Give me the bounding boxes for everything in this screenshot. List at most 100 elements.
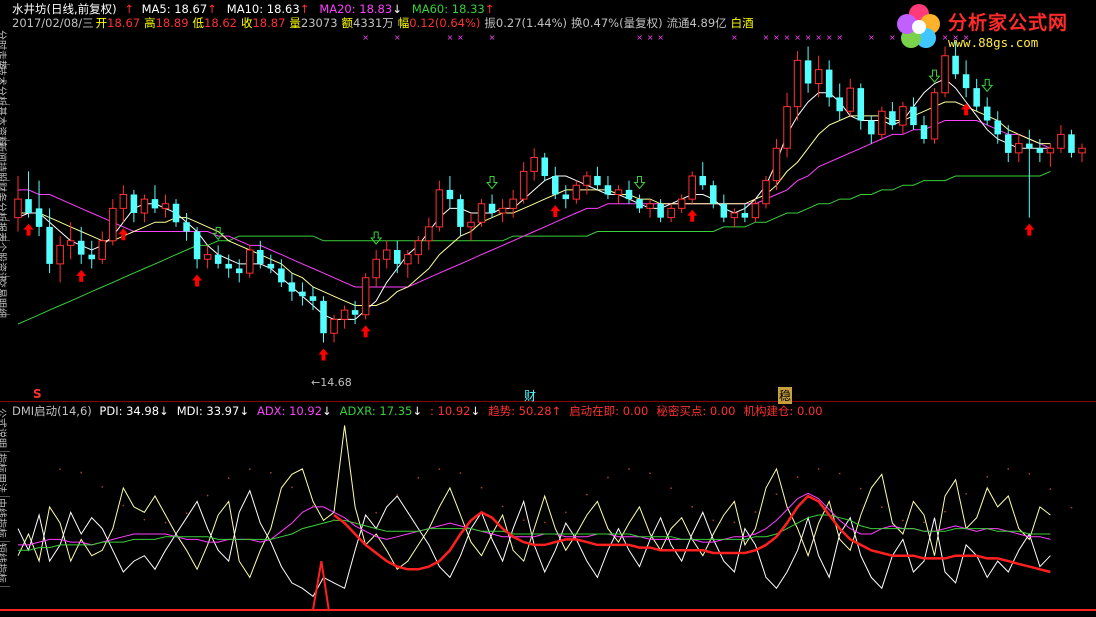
candle-68 [730, 208, 739, 227]
candle-body-91 [973, 88, 980, 107]
candle-79 [846, 78, 855, 116]
left-tab-0[interactable]: 分时走势 [0, 28, 10, 70]
buy-arrow-icon-7 [687, 209, 698, 222]
candle-body-76 [814, 69, 823, 84]
candle-body-12 [140, 198, 149, 214]
logo-name: 分析家公式网 [948, 12, 1069, 34]
indicator-value-1: MDI: 33.97 [176, 404, 240, 418]
candle-body-31 [340, 309, 349, 320]
candle-41 [446, 176, 454, 209]
candle-77 [825, 60, 833, 107]
candle-body-70 [751, 203, 760, 219]
bottom-tab-0[interactable]: 公式说明 [0, 406, 10, 452]
candle-body-90 [962, 74, 970, 89]
candle-body-36 [393, 250, 401, 264]
candle-39 [425, 217, 433, 250]
candle-body-47 [509, 198, 517, 209]
dot-marker-86 [923, 521, 925, 524]
left-tab-6[interactable]: 个股资讯 [0, 240, 10, 282]
info-high: 18.89 [155, 16, 189, 30]
info-date: 2017/02/08/三 [12, 16, 94, 30]
cai-marker: 财 [524, 389, 537, 403]
candle-body-57 [614, 189, 623, 195]
dot-marker-48 [522, 519, 525, 521]
candle-body-59 [636, 199, 643, 209]
candle-body-52 [562, 194, 570, 200]
candle-71 [762, 176, 770, 209]
candle-29 [320, 296, 327, 343]
info-low-label: 低 [192, 16, 205, 30]
left-tab-5[interactable]: 报表 [0, 220, 10, 242]
candle-body-82 [878, 110, 886, 135]
dot-marker-12 [143, 518, 146, 521]
sell-arrow-icon-3 [633, 176, 646, 190]
candle-body-54 [583, 175, 591, 186]
buy-arrow-icon-1 [76, 269, 87, 282]
left-tab-2[interactable]: 基本资料 [0, 104, 10, 146]
candle-body-83 [889, 111, 896, 126]
indicator-value-2: ADX: 10.92 [256, 404, 323, 418]
candle-body-93 [994, 120, 1001, 135]
candle-body-77 [825, 69, 833, 98]
candle-body-92 [983, 106, 991, 121]
header-line-ma: 水井坊(日线,前复权) ↑ MA5: 18.67↑ MA10: 18.63↑ MA2… [12, 2, 508, 16]
indicator-arrow-3: ↓ [412, 404, 422, 418]
dot-marker-62 [670, 487, 673, 490]
site-logo: 分析家公式网 www.88gs.com [894, 2, 1090, 54]
bottom-tab-label-2: 中线指标 [0, 498, 6, 538]
ma-arrow-0: ↑ [207, 2, 217, 16]
wen-marker: 稳 [778, 387, 793, 404]
s-marker: S [33, 387, 42, 401]
candle-body-38 [414, 240, 423, 256]
dot-marker-82 [880, 506, 883, 509]
candle-body-72 [772, 147, 781, 182]
buy-arrow-icon-9 [1024, 223, 1035, 236]
candle-62 [667, 203, 675, 223]
candle-body-96 [1026, 143, 1033, 149]
indicator-header: DMI启动(14,6) PDI: 34.98↓ MDI: 33.97↓ ADX: 1… [12, 404, 835, 418]
dmi-indicator-panel[interactable] [0, 425, 1096, 611]
candle-65 [699, 162, 707, 190]
candle-1 [25, 171, 32, 218]
candle-body-87 [930, 92, 939, 140]
candle-body-88 [941, 55, 949, 94]
info-chg: 0.12(0.64%) [409, 16, 481, 30]
dot-marker-100 [1070, 506, 1073, 509]
candle-76 [814, 55, 823, 98]
candle-67 [720, 194, 728, 223]
dot-marker-92 [986, 475, 989, 478]
candle-body-66 [710, 185, 717, 204]
left-tab-7[interactable]: 交易明细 [0, 276, 10, 318]
candle-body-46 [498, 207, 507, 214]
candle-49 [530, 148, 538, 181]
stock-chart[interactable]: ××××××××××××××××××××××× [0, 0, 1096, 617]
info-amt: 4331万 [353, 16, 394, 30]
indicator-arrow-5: ↑ [551, 404, 562, 418]
dot-marker-18 [206, 494, 209, 497]
bottom-tab-1[interactable]: 指标用法 [0, 451, 10, 497]
candle-33 [361, 273, 370, 320]
candle-body-23 [257, 250, 264, 264]
main-kline-panel[interactable]: ××××××××××××××××××××××× [14, 33, 1086, 361]
candle-body-50 [541, 157, 548, 176]
candle-100 [1068, 129, 1075, 158]
left-tab-3[interactable]: 新闻持股 [0, 140, 10, 182]
candle-body-99 [1057, 133, 1065, 149]
candle-80 [857, 83, 865, 130]
candle-8 [98, 231, 107, 264]
candle-body-86 [920, 125, 928, 139]
dot-marker-94 [1007, 468, 1010, 470]
candle-87 [930, 88, 939, 144]
left-tab-4[interactable]: 财务分析 [0, 180, 10, 222]
top-x-marker-17: × [868, 33, 875, 42]
candle-37 [404, 250, 412, 278]
flower-logo-icon [897, 4, 940, 48]
bottom-tab-2[interactable]: 中线指标 [0, 496, 10, 542]
candle-0 [14, 176, 22, 232]
bottom-tab-3[interactable]: 短线指标 [0, 541, 10, 587]
candle-13 [151, 185, 159, 213]
left-tab-1[interactable]: 技术分析 [0, 64, 10, 106]
candle-body-100 [1068, 134, 1075, 153]
candle-38 [414, 236, 423, 264]
candle-52 [562, 185, 570, 209]
